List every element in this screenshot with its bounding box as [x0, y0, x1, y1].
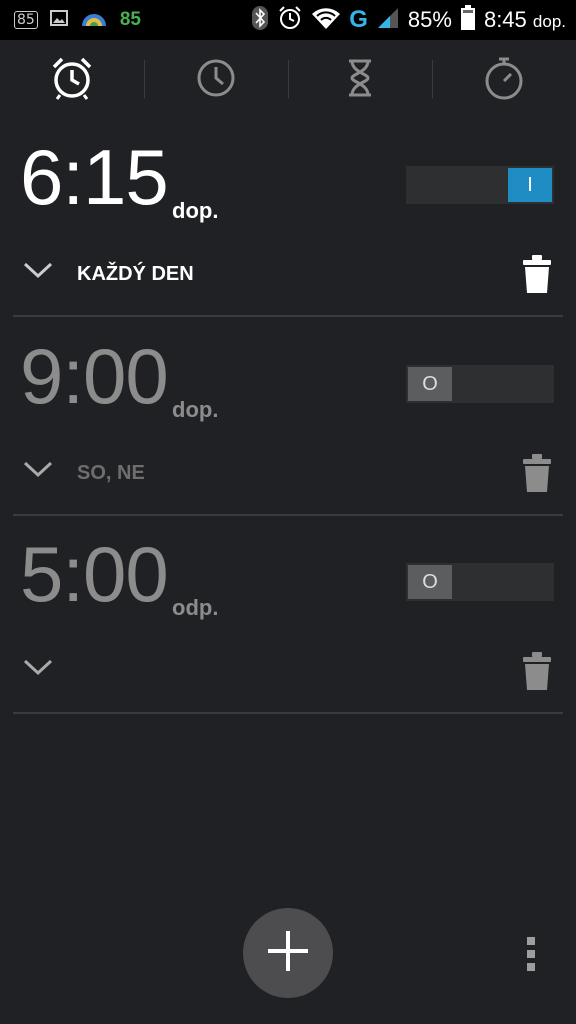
plus-icon	[266, 929, 310, 978]
signal-icon	[376, 6, 400, 35]
notification-number: 85	[119, 9, 141, 30]
trash-icon[interactable]	[522, 651, 552, 696]
toggle-knob: O	[408, 367, 452, 401]
tab-clock[interactable]	[144, 40, 288, 120]
alarm-item[interactable]: 6:15 dop. I KAŽDÝ DEN	[0, 118, 576, 317]
alarm-toggle[interactable]: O	[406, 563, 554, 601]
overflow-menu-icon[interactable]	[524, 937, 538, 971]
alarm-toggle[interactable]: O	[406, 365, 554, 403]
tab-stopwatch[interactable]	[432, 40, 576, 120]
alarm-item[interactable]: 5:00 odp. O	[0, 515, 576, 714]
toggle-knob: O	[408, 565, 452, 599]
trash-icon[interactable]	[522, 453, 552, 498]
bluetooth-icon	[251, 5, 269, 36]
battery-percent: 85%	[407, 7, 452, 32]
alarm-ampm: odp.	[172, 595, 219, 620]
clock-icon	[195, 57, 237, 104]
tab-timer[interactable]	[288, 40, 432, 120]
status-bar: 85 85 G 85% 8:45 dop.	[0, 0, 576, 40]
weather-icon	[80, 8, 108, 33]
alarm-item[interactable]: 9:00 dop. O SO, NE	[0, 317, 576, 516]
toggle-knob: I	[508, 168, 552, 202]
image-icon	[49, 9, 68, 31]
alarm-time[interactable]: 6:15	[20, 132, 169, 223]
notification-badge-icon: 85	[14, 11, 38, 29]
menu-dot	[527, 937, 535, 945]
hourglass-icon	[345, 58, 375, 103]
trash-icon[interactable]	[522, 254, 552, 299]
stopwatch-icon	[482, 55, 526, 106]
menu-dot	[527, 950, 535, 958]
divider	[13, 712, 563, 714]
alarm-time[interactable]: 9:00	[20, 331, 169, 422]
alarm-toggle[interactable]: I	[406, 166, 554, 204]
alarm-ampm: dop.	[172, 397, 219, 422]
alarm-repeat-days[interactable]: SO, NE	[77, 462, 145, 485]
battery-icon	[460, 4, 476, 36]
alarm-repeat-days[interactable]: KAŽDÝ DEN	[77, 263, 194, 286]
alarm-icon	[277, 5, 303, 36]
alarm-time[interactable]: 5:00	[20, 529, 169, 620]
menu-dot	[527, 963, 535, 971]
chevron-down-icon[interactable]	[22, 657, 54, 682]
alarm-ampm: dop.	[172, 198, 219, 223]
chevron-down-icon[interactable]	[22, 260, 54, 285]
alarm-clock-icon	[49, 55, 95, 106]
add-alarm-button[interactable]	[243, 908, 333, 998]
tab-bar	[0, 40, 576, 120]
status-clock: 8:45 dop.	[483, 7, 566, 32]
network-type: G	[349, 6, 368, 33]
chevron-down-icon[interactable]	[22, 459, 54, 484]
tab-alarm[interactable]	[0, 40, 144, 120]
wifi-icon	[311, 6, 341, 35]
